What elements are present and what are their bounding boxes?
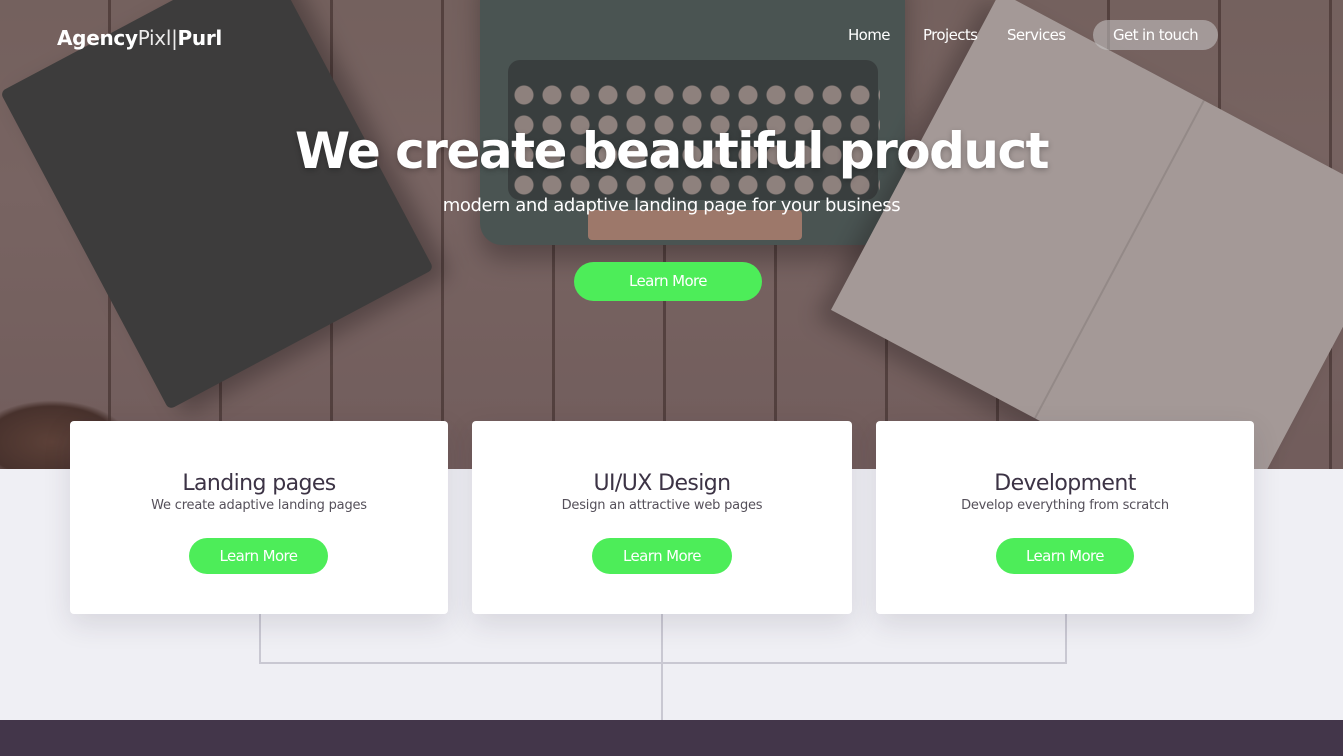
card-description: Design an attractive web pages	[561, 498, 763, 513]
brand-separator: |	[171, 26, 178, 50]
brand-part-pixl: Pixl	[137, 26, 172, 50]
brand-logo[interactable]: AgencyPixl|Purl	[57, 26, 222, 50]
card-title: UI/UX Design	[593, 471, 732, 496]
card-title: Development	[994, 471, 1136, 496]
nav-home-link[interactable]: Home	[848, 26, 891, 44]
nav-projects-link[interactable]: Projects	[923, 26, 978, 44]
connector-center-vertical	[661, 614, 663, 720]
hero-learn-more-button[interactable]: Learn More	[574, 262, 762, 301]
connector-right-vertical	[1065, 614, 1067, 664]
service-card-uiux-design: UI/UX Design Design an attractive web pa…	[472, 421, 852, 614]
connector-horizontal	[259, 662, 1067, 664]
hero-section	[0, 0, 1343, 469]
footer-band	[0, 720, 1343, 756]
brand-part-purl: Purl	[177, 26, 223, 50]
service-card-development: Development Develop everything from scra…	[876, 421, 1254, 614]
hero-overlay	[0, 0, 1343, 469]
card-learn-more-button[interactable]: Learn More	[189, 538, 328, 574]
connector-left-vertical	[259, 614, 261, 664]
hero-title: We create beautiful product	[294, 122, 1050, 180]
service-card-landing-pages: Landing pages We create adaptive landing…	[70, 421, 448, 614]
card-learn-more-button[interactable]: Learn More	[592, 538, 732, 574]
card-description: Develop everything from scratch	[961, 498, 1169, 513]
brand-part-agency: Agency	[57, 26, 138, 50]
get-in-touch-button[interactable]: Get in touch	[1093, 20, 1218, 50]
card-learn-more-button[interactable]: Learn More	[996, 538, 1134, 574]
nav-services-link[interactable]: Services	[1007, 26, 1066, 44]
card-title: Landing pages	[182, 471, 336, 496]
card-description: We create adaptive landing pages	[151, 498, 367, 513]
hero-subtitle: modern and adaptive landing page for you…	[442, 195, 901, 216]
